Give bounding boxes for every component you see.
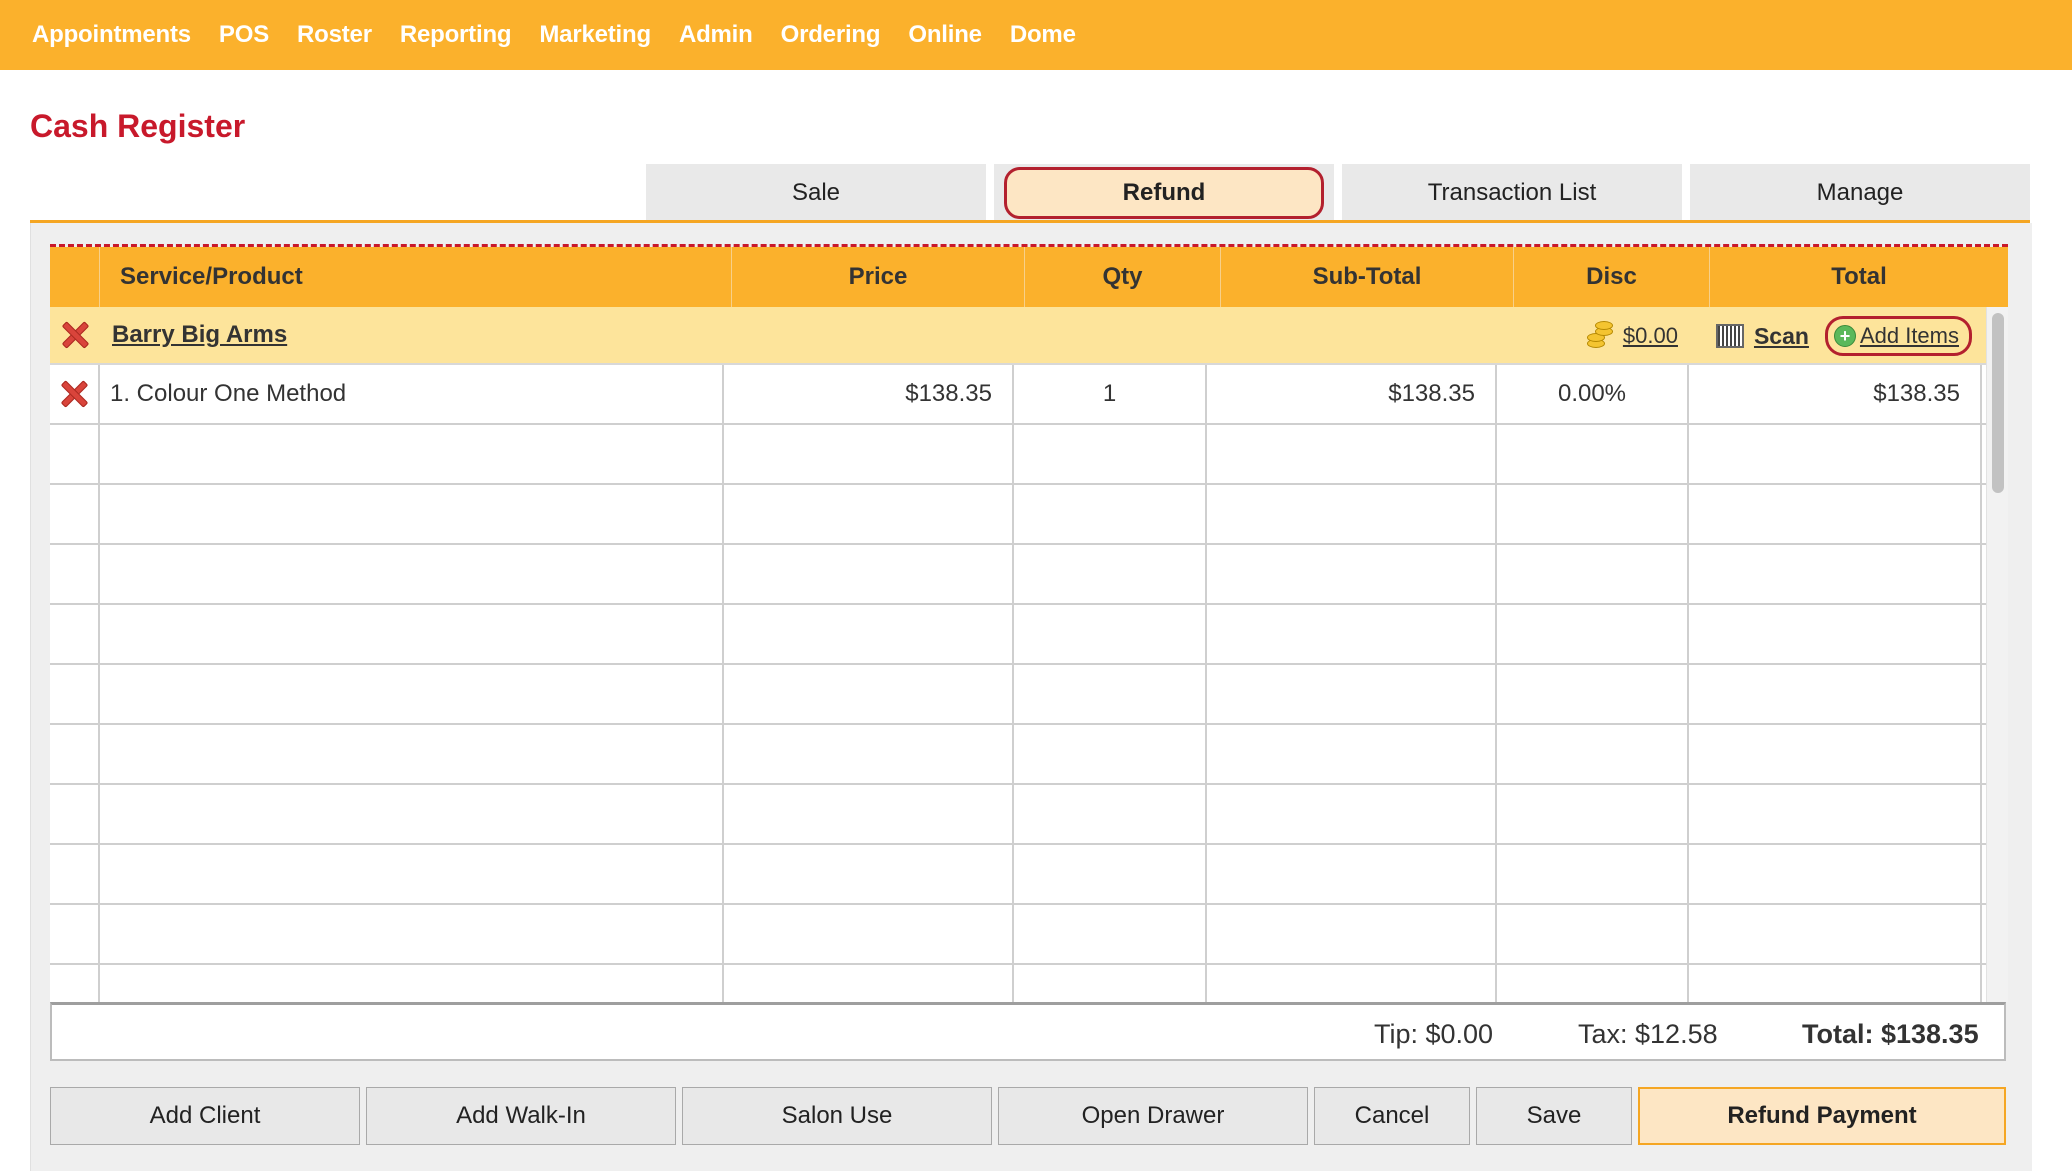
header-price: Price xyxy=(732,247,1025,307)
scrollbar-thumb[interactable] xyxy=(1992,313,2004,493)
nav-admin[interactable]: Admin xyxy=(679,21,753,49)
cancel-button[interactable]: Cancel xyxy=(1314,1087,1470,1145)
empty-row xyxy=(50,785,1986,845)
add-walkin-button[interactable]: Add Walk-In xyxy=(366,1087,676,1145)
header-service-product: Service/Product xyxy=(100,247,732,307)
save-button[interactable]: Save xyxy=(1476,1087,1632,1145)
empty-row xyxy=(50,425,1986,485)
tab-refund-label: Refund xyxy=(1004,166,1324,219)
open-drawer-button[interactable]: Open Drawer xyxy=(998,1087,1308,1145)
tax-amount: Tax: $12.58 xyxy=(1578,1019,1718,1049)
barcode-icon xyxy=(1715,324,1744,348)
refund-payment-button[interactable]: Refund Payment xyxy=(1638,1087,2006,1145)
tab-refund[interactable]: Refund xyxy=(994,164,1334,221)
header-disc: Disc xyxy=(1514,247,1710,307)
header-subtotal: Sub-Total xyxy=(1221,247,1514,307)
nav-dome[interactable]: Dome xyxy=(1010,21,1076,49)
client-name-link[interactable]: Barry Big Arms xyxy=(112,321,287,349)
plus-circle-icon: + xyxy=(1833,325,1856,347)
header-remove-col xyxy=(50,247,100,307)
cell-item: 1. Colour One Method xyxy=(100,365,724,423)
table-header: Service/Product Price Qty Sub-Total Disc… xyxy=(50,247,2008,307)
nav-roster[interactable]: Roster xyxy=(297,21,372,49)
cell-qty[interactable]: 1 xyxy=(1014,365,1207,423)
totals-bar: Tip: $0.00 Tax: $12.58 Total: $138.35 xyxy=(50,1002,2006,1061)
cell-total: $138.35 xyxy=(1689,365,1982,423)
client-row: Barry Big Arms $0.00 Scan + Add Items xyxy=(50,307,1986,365)
nav-online[interactable]: Online xyxy=(908,21,982,49)
table-row: 1. Colour One Method $138.35 1 $138.35 0… xyxy=(50,365,1986,425)
empty-row xyxy=(50,485,1986,545)
nav-appointments[interactable]: Appointments xyxy=(32,21,191,49)
tip-amount[interactable]: Tip: $0.00 xyxy=(1374,1019,1493,1050)
table-scrollbar[interactable] xyxy=(1986,307,2008,1002)
cell-price[interactable]: $138.35 xyxy=(724,365,1014,423)
register-tabs: Sale Refund Transaction List Manage xyxy=(646,164,2038,221)
cell-subtotal: $138.35 xyxy=(1207,365,1497,423)
empty-row xyxy=(50,965,1986,1002)
empty-row xyxy=(50,665,1986,725)
header-qty: Qty xyxy=(1025,247,1221,307)
header-total: Total xyxy=(1831,263,1887,290)
add-items-button[interactable]: + Add Items xyxy=(1824,316,1972,356)
add-items-label: Add Items xyxy=(1859,323,1959,348)
empty-row xyxy=(50,905,1986,965)
page-title: Cash Register xyxy=(30,108,246,144)
empty-row xyxy=(50,725,1986,785)
add-client-button[interactable]: Add Client xyxy=(50,1087,360,1145)
coins-icon xyxy=(1585,321,1615,351)
scan-link[interactable]: Scan xyxy=(1754,323,1809,350)
tab-transaction-list[interactable]: Transaction List xyxy=(1342,164,1682,221)
tab-sale[interactable]: Sale xyxy=(646,164,986,221)
remove-item-icon[interactable] xyxy=(58,378,90,410)
nav-marketing[interactable]: Marketing xyxy=(539,21,651,49)
cell-disc[interactable]: 0.00% xyxy=(1497,365,1689,423)
remove-client-icon[interactable] xyxy=(59,319,91,351)
salon-use-button[interactable]: Salon Use xyxy=(682,1087,992,1145)
nav-ordering[interactable]: Ordering xyxy=(781,21,881,49)
tab-manage[interactable]: Manage xyxy=(1690,164,2030,221)
nav-reporting[interactable]: Reporting xyxy=(400,21,512,49)
items-table: Service/Product Price Qty Sub-Total Disc… xyxy=(50,247,2008,1002)
table-body: 1. Colour One Method $138.35 1 $138.35 0… xyxy=(50,365,1986,1002)
empty-row xyxy=(50,545,1986,605)
grand-total: Total: $138.35 xyxy=(1802,1019,1979,1049)
action-buttons: Add Client Add Walk-In Salon Use Open Dr… xyxy=(50,1087,2012,1145)
client-credit-link[interactable]: $0.00 xyxy=(1623,323,1678,349)
nav-pos[interactable]: POS xyxy=(219,21,269,49)
empty-row xyxy=(50,605,1986,665)
top-navigation: Appointments POS Roster Reporting Market… xyxy=(0,0,2072,70)
empty-row xyxy=(50,845,1986,905)
